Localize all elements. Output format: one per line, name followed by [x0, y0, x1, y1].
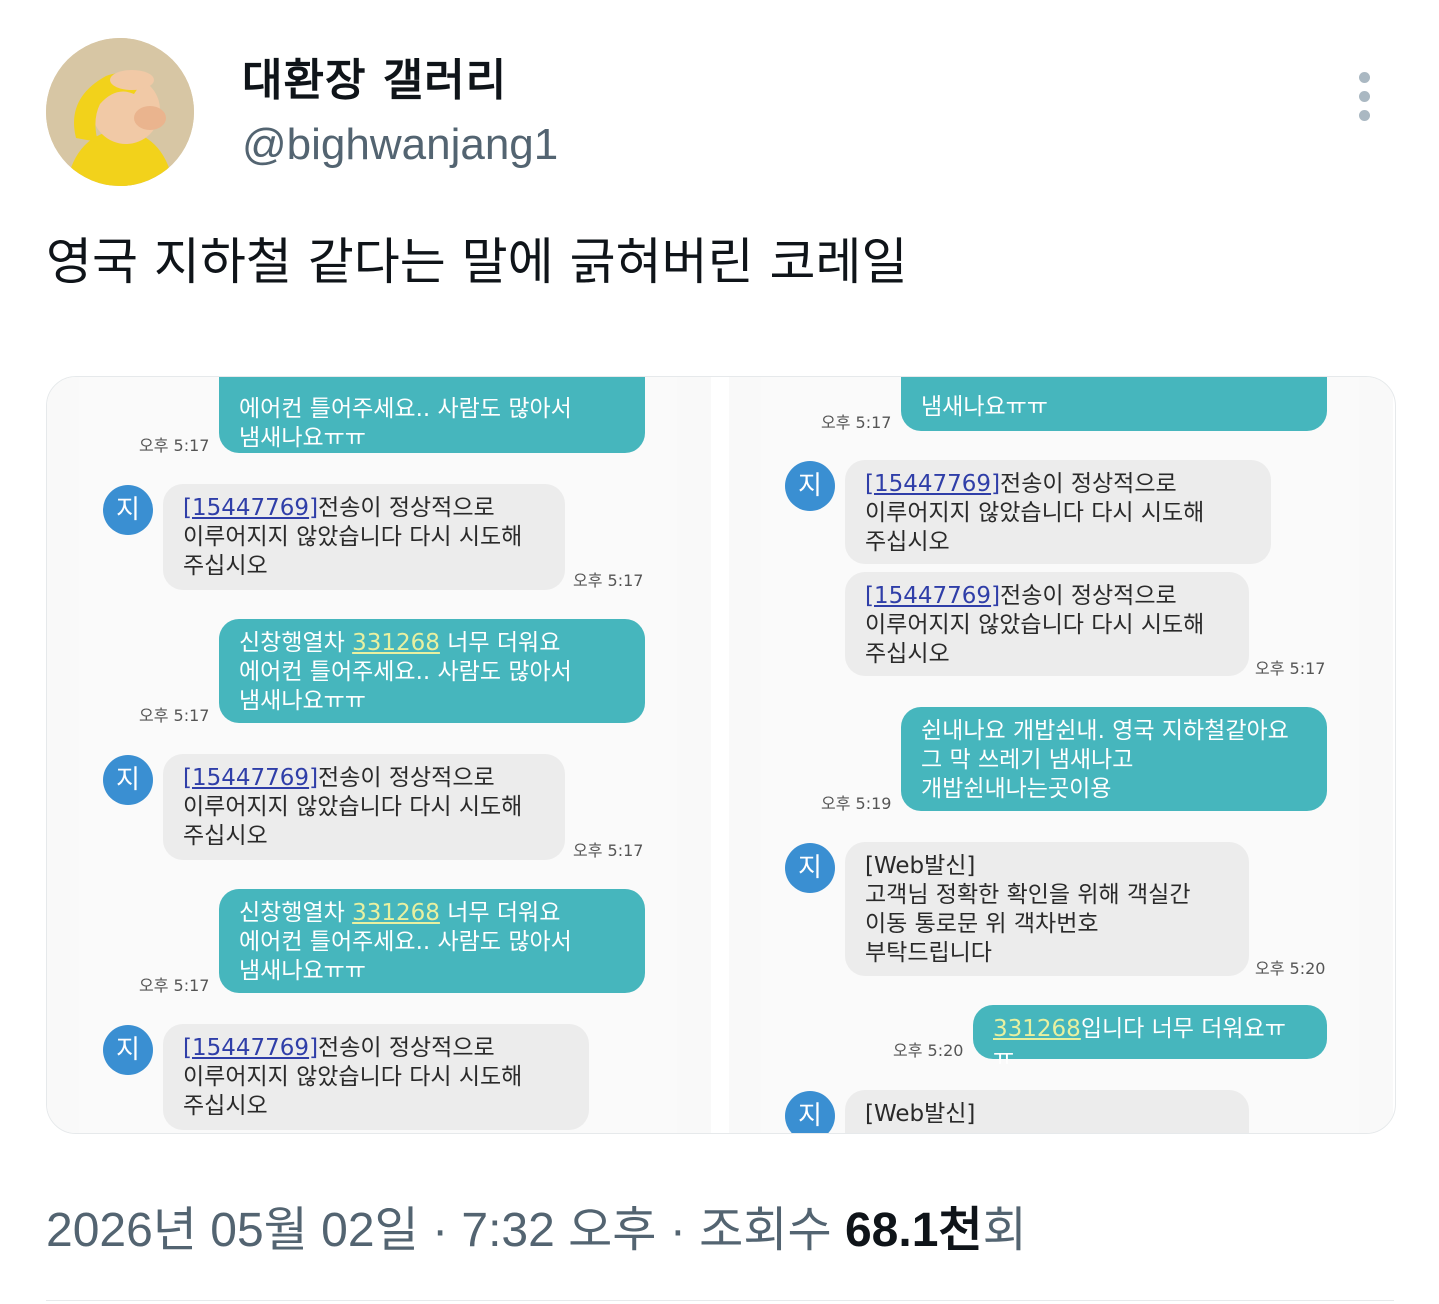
media-image-right[interactable]: 냄새나요ㅠㅠ 오후 5:17 지 [15447769]전송이 정상적으로 이루어…	[729, 377, 1393, 1133]
message-number[interactable]: 15447769	[192, 495, 309, 521]
message-bubble-incoming: [15447769]전송이 정상적으로 이루어지지 않았습니다 다시 시도해 주…	[163, 1024, 589, 1130]
message-time: 오후 5:17	[139, 436, 210, 455]
message-bubble-outgoing: 쉰내나요 개밥쉰내. 영국 지하철같아요 그 막 쓰레기 냄새나고 개밥쉰내나는…	[901, 707, 1327, 811]
divider	[46, 1300, 1394, 1301]
message-number[interactable]: 15447769	[874, 471, 991, 497]
views-count: 68.1천	[844, 1204, 983, 1257]
message-bubble-outgoing: 331268입니다 너무 더워요ㅠㅠ	[973, 1005, 1327, 1071]
message-bubble-outgoing: 에어컨 틀어주세요.. 사람도 많아서 냄새나요ㅠㅠ	[219, 377, 645, 453]
message-number[interactable]: 331268	[352, 630, 440, 656]
sender-avatar: 지	[785, 1091, 835, 1133]
message-time: 오후 5:17	[573, 571, 644, 590]
message-time: 오후 5:17	[573, 841, 644, 860]
tweet-media[interactable]: 에어컨 틀어주세요.. 사람도 많아서 냄새나요ㅠㅠ 오후 5:17 지 [15…	[46, 376, 1396, 1134]
tweet-meta: 2026년 05월 02일 · 7:32 오후 · 조회수 68.1천회	[46, 1204, 1027, 1257]
media-image-left[interactable]: 에어컨 틀어주세요.. 사람도 많아서 냄새나요ㅠㅠ 오후 5:17 지 [15…	[47, 377, 711, 1133]
message-bubble-incoming: [Web발신] 고객님 정확한 확인을 위해 객실간 이동 통로문 위 객차번호…	[845, 842, 1249, 976]
message-number[interactable]: 15447769	[192, 765, 309, 791]
message-number[interactable]: 331268	[993, 1016, 1081, 1042]
views-suffix: 회	[982, 1204, 1027, 1257]
author-avatar[interactable]	[46, 38, 194, 186]
message-number[interactable]: 15447769	[192, 1035, 309, 1061]
message-bubble-outgoing: 신창행열차 331268 너무 더워요 에어컨 틀어주세요.. 사람도 많아서 …	[219, 889, 645, 993]
message-time: 오후 5:17	[1255, 659, 1326, 678]
message-bubble-incoming: [15447769]전송이 정상적으로 이루어지지 않았습니다 다시 시도해 주…	[845, 572, 1249, 676]
author-display-name[interactable]: 대환장 갤러리	[242, 44, 507, 108]
tweet-text: 영국 지하철 같다는 말에 긁혀버린 코레일	[46, 233, 908, 291]
message-time: 오후 5:20	[1255, 959, 1326, 978]
tweet-date[interactable]: 2026년 05월 02일	[46, 1204, 419, 1257]
sender-avatar: 지	[103, 1025, 153, 1075]
sender-avatar: 지	[103, 755, 153, 805]
sender-avatar: 지	[785, 843, 835, 893]
message-bubble-outgoing: 신창행열차 331268 너무 더워요 에어컨 틀어주세요.. 사람도 많아서 …	[219, 619, 645, 723]
message-bubble-outgoing: 냄새나요ㅠㅠ	[901, 377, 1327, 431]
views-label: 조회수	[699, 1204, 832, 1257]
message-number[interactable]: 15447769	[874, 583, 991, 609]
sender-avatar: 지	[785, 461, 835, 511]
message-bubble-incoming: [15447769]전송이 정상적으로 이루어지지 않았습니다 다시 시도해 주…	[845, 460, 1271, 564]
message-number[interactable]: 331268	[352, 900, 440, 926]
message-time: 오후 5:17	[139, 976, 210, 995]
message-time: 오후 5:17	[821, 413, 892, 432]
author-handle[interactable]: @bighwanjang1	[242, 120, 558, 170]
message-time: 오후 5:20	[893, 1041, 964, 1060]
sender-avatar: 지	[103, 485, 153, 535]
message-time: 오후 5:17	[139, 706, 210, 725]
message-bubble-incoming: [Web발신]	[845, 1090, 1249, 1133]
tweet-time[interactable]: 7:32 오후	[461, 1204, 656, 1257]
more-options-icon[interactable]	[1346, 70, 1384, 124]
message-bubble-incoming: [15447769]전송이 정상적으로 이루어지지 않았습니다 다시 시도해 주…	[163, 754, 565, 860]
message-time: 오후 5:19	[821, 794, 892, 813]
message-bubble-incoming: [15447769]전송이 정상적으로 이루어지지 않았습니다 다시 시도해 주…	[163, 484, 565, 590]
